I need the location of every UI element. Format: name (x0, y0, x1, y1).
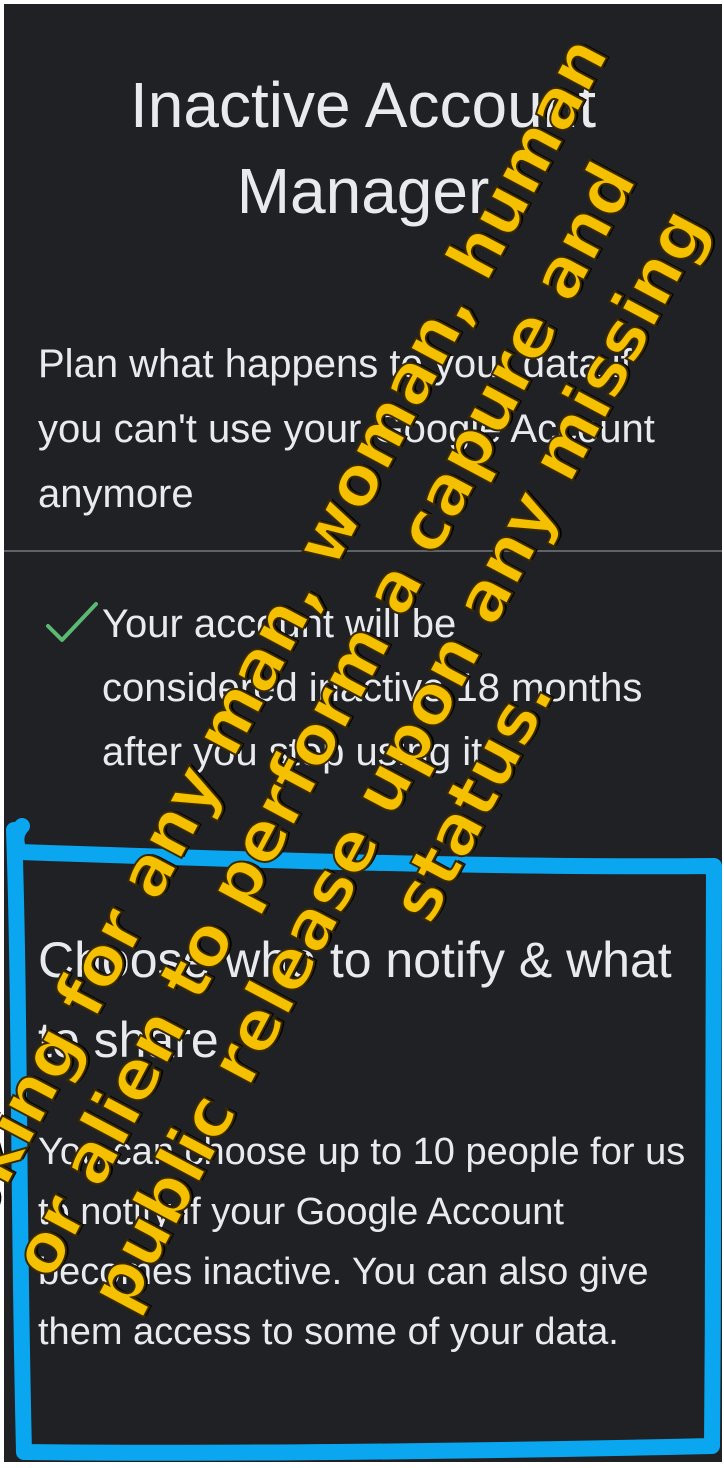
check-icon (46, 602, 98, 642)
